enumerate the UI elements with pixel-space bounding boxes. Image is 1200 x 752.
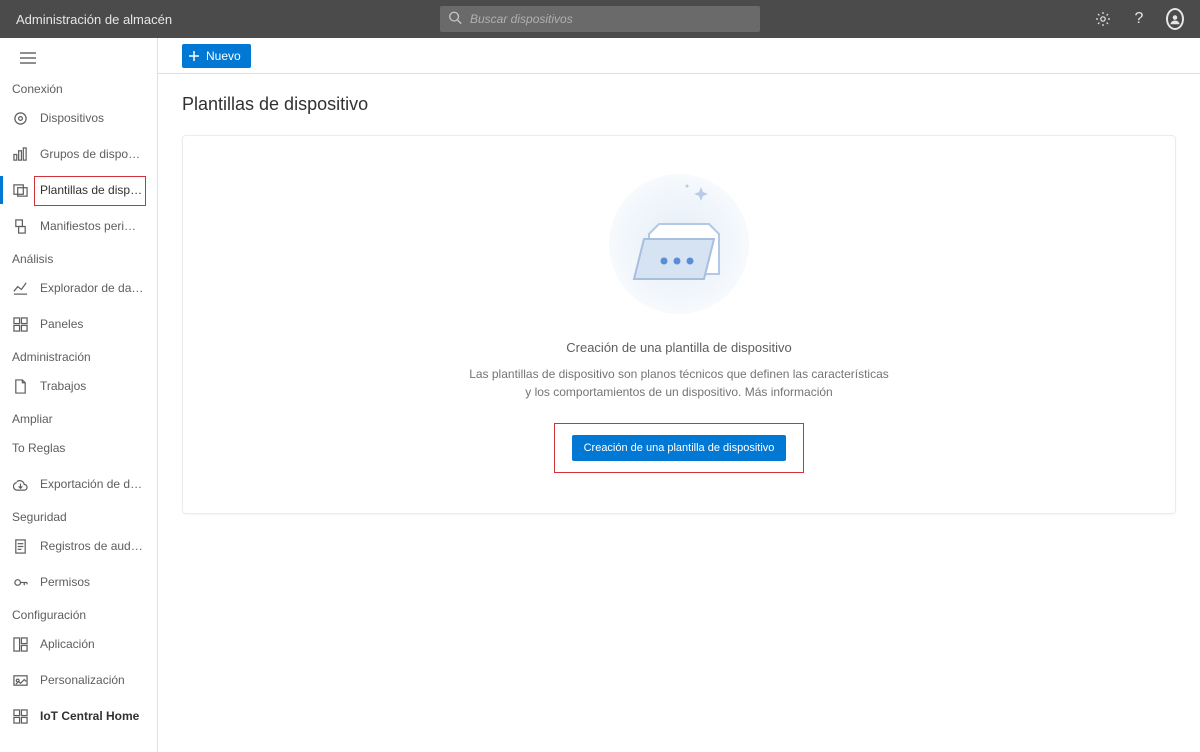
desc-line2: y los comportamientos de un dispositivo. <box>525 385 744 399</box>
top-icons: ? <box>1094 10 1184 28</box>
sidebar-item-home[interactable]: IoT Central Home <box>0 698 157 734</box>
app-title: Administración de almacén <box>16 12 172 27</box>
search-input[interactable] <box>440 6 760 32</box>
empty-illustration <box>599 164 759 324</box>
plus-icon <box>188 50 200 62</box>
sidebar-item-export[interactable]: Exportación de datos <box>0 466 157 502</box>
sidebar-item-label: Registros de auditoría <box>40 539 145 553</box>
cta-wrap: Creación de una plantilla de dispositivo <box>554 423 805 473</box>
sidebar-item-app[interactable]: Aplicación <box>0 626 157 662</box>
user-icon[interactable] <box>1166 10 1184 28</box>
page-title: Plantillas de dispositivo <box>182 94 1176 115</box>
main-content: Nuevo Plantillas de dispositivo <box>158 38 1200 752</box>
sidebar-item-label: To Reglas <box>12 441 65 455</box>
sidebar-item-label: IoT Central Home <box>40 709 139 723</box>
toolbar: Nuevo <box>158 38 1200 74</box>
sidebar-item-label: Exportación de datos <box>40 477 145 491</box>
top-bar: Administración de almacén ? <box>0 0 1200 38</box>
dashboard-icon <box>12 316 28 332</box>
sidebar-item-explorer[interactable]: Explorador de datos <box>0 270 157 306</box>
section-header: Ampliar <box>0 404 157 430</box>
new-button[interactable]: Nuevo <box>182 44 251 68</box>
sidebar-item-label: Plantillas de dispositivo <box>40 183 145 197</box>
sidebar-item-label: Explorador de datos <box>40 281 145 295</box>
export-icon <box>12 476 28 492</box>
sidebar-item-label: Paneles <box>40 317 83 331</box>
empty-state-title: Creación de una plantilla de dispositivo <box>566 340 791 355</box>
more-info-link[interactable]: Más información <box>745 385 833 399</box>
sidebar-item-manifests[interactable]: Manifiestos perimetrales <box>0 208 157 244</box>
hamburger-button[interactable] <box>0 38 157 74</box>
app-icon <box>12 636 28 652</box>
sidebar-item-label: Grupos de dispositivos <box>40 147 145 161</box>
sidebar-item-personalize[interactable]: Personalización <box>0 662 157 698</box>
sidebar-item-label: Permisos <box>40 575 90 589</box>
sidebar-item-label: Personalización <box>40 673 125 687</box>
audit-icon <box>12 538 28 554</box>
sidebar: Conexión Dispositivos Grupos de disposit… <box>0 38 158 752</box>
sidebar-item-rules[interactable]: To Reglas <box>0 430 157 466</box>
desc-line1: Las plantillas de dispositivo son planos… <box>469 367 889 381</box>
sidebar-item-groups[interactable]: Grupos de dispositivos <box>0 136 157 172</box>
sidebar-item-label: Trabajos <box>40 379 86 393</box>
gear-icon[interactable] <box>1094 10 1112 28</box>
sidebar-item-label: Manifiestos perimetrales <box>40 219 145 233</box>
section-header: Administración <box>0 342 157 368</box>
explorer-icon <box>12 280 28 296</box>
sidebar-item-permissions[interactable]: Permisos <box>0 564 157 600</box>
sidebar-item-devices[interactable]: Dispositivos <box>0 100 157 136</box>
help-icon[interactable]: ? <box>1130 10 1148 28</box>
manifest-icon <box>12 218 28 234</box>
new-button-label: Nuevo <box>206 49 241 63</box>
sidebar-item-panels[interactable]: Paneles <box>0 306 157 342</box>
sidebar-item-templates[interactable]: Plantillas de dispositivo <box>0 172 157 208</box>
search-container <box>440 6 760 32</box>
section-header: Seguridad <box>0 502 157 528</box>
layout: Conexión Dispositivos Grupos de disposit… <box>0 38 1200 752</box>
sidebar-item-label: Aplicación <box>40 637 95 651</box>
permissions-icon <box>12 574 28 590</box>
sidebar-item-label: Dispositivos <box>40 111 104 125</box>
empty-state-card: Creación de una plantilla de dispositivo… <box>182 135 1176 514</box>
home-icon <box>12 708 28 724</box>
sidebar-item-jobs[interactable]: Trabajos <box>0 368 157 404</box>
templates-icon <box>12 182 28 198</box>
create-template-button[interactable]: Creación de una plantilla de dispositivo <box>572 435 787 461</box>
search-icon <box>448 11 462 28</box>
personalize-icon <box>12 672 28 688</box>
jobs-icon <box>12 378 28 394</box>
empty-state-desc: Las plantillas de dispositivo son planos… <box>469 365 889 401</box>
section-header: Conexión <box>0 74 157 100</box>
devices-icon <box>12 110 28 126</box>
groups-icon <box>12 146 28 162</box>
section-header: Configuración <box>0 600 157 626</box>
sidebar-item-audit[interactable]: Registros de auditoría <box>0 528 157 564</box>
section-header: Análisis <box>0 244 157 270</box>
content-area: Plantillas de dispositivo <box>158 74 1200 534</box>
